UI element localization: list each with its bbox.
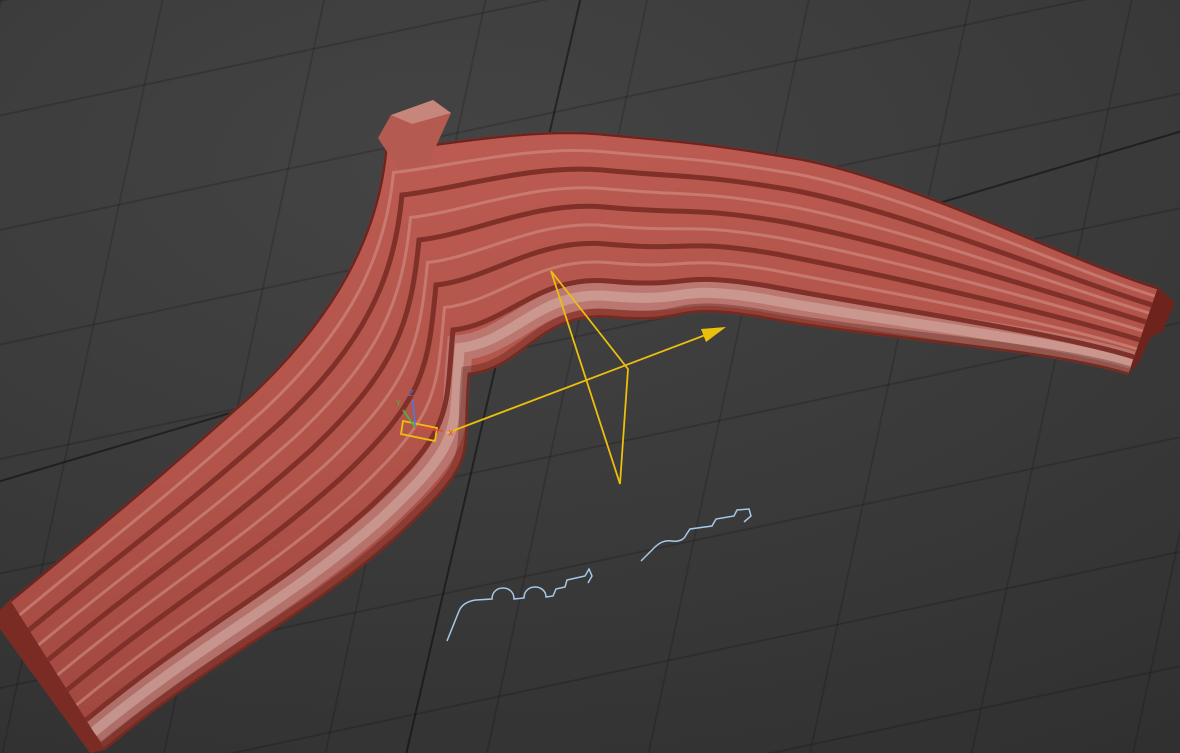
axis-y-label: Y — [395, 399, 401, 408]
gizmo-arrowhead — [701, 327, 726, 342]
profile-spline-left[interactable] — [446, 567, 593, 642]
scene-canvas: X Y Z — [0, 100, 1175, 753]
profile-splines — [446, 508, 752, 642]
3d-viewport[interactable]: X Y Z — [0, 0, 1180, 753]
molding-object[interactable] — [0, 100, 1175, 753]
axis-x-label: X — [448, 429, 454, 438]
axis-z-label: Z — [408, 389, 414, 398]
profile-spline-right[interactable] — [640, 508, 752, 562]
